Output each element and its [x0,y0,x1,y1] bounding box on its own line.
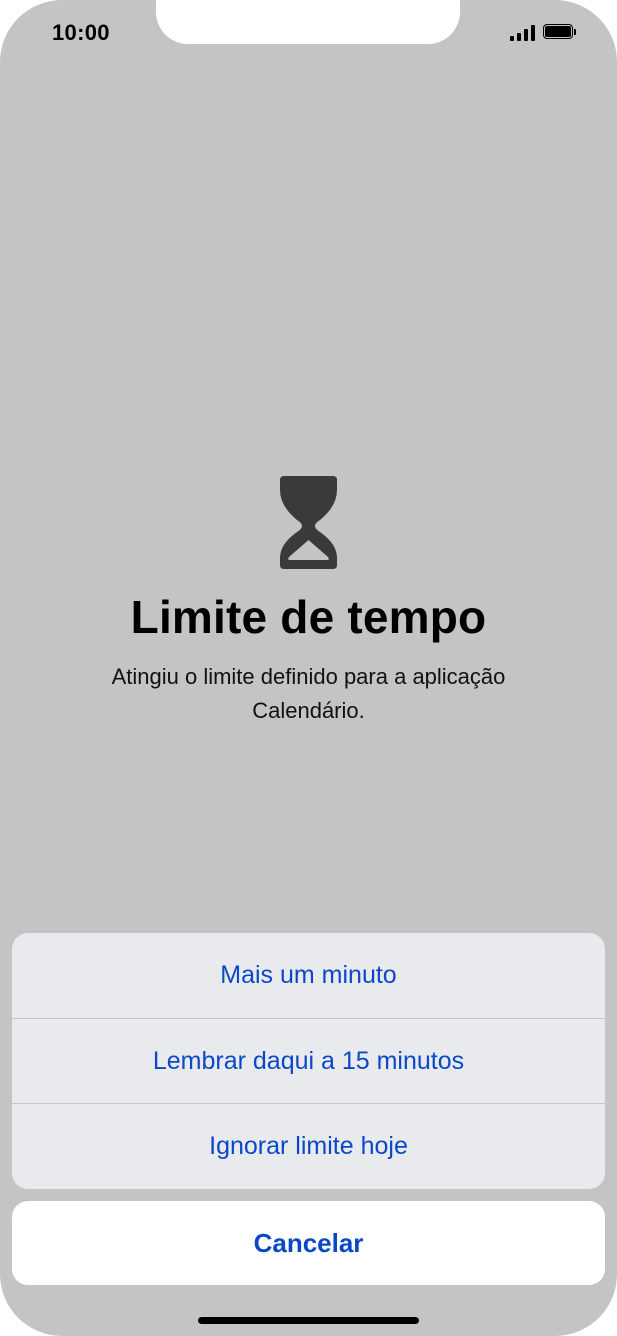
remind-15-minutes-button[interactable]: Lembrar daqui a 15 minutos [12,1018,605,1104]
cancel-button[interactable]: Cancelar [12,1201,605,1285]
hourglass-icon [280,476,337,569]
action-sheet-options: Mais um minuto Lembrar daqui a 15 minuto… [12,933,605,1189]
cellular-signal-icon [510,24,535,41]
battery-icon [543,24,577,41]
status-time: 10:00 [52,20,110,45]
notch [156,0,460,44]
limit-message: Atingiu o limite definido para a aplicaç… [111,664,506,723]
home-indicator[interactable] [198,1317,419,1324]
ignore-limit-today-button[interactable]: Ignorar limite hoje [12,1103,605,1189]
page-title: Limite de tempo [130,591,487,643]
status-icons [510,24,577,41]
phone-frame: 10:00 Limite de tempo Atingiu o limite d… [0,0,617,1336]
screen: 10:00 Limite de tempo Atingiu o limite d… [0,0,617,1336]
one-more-minute-button[interactable]: Mais um minuto [12,933,605,1018]
